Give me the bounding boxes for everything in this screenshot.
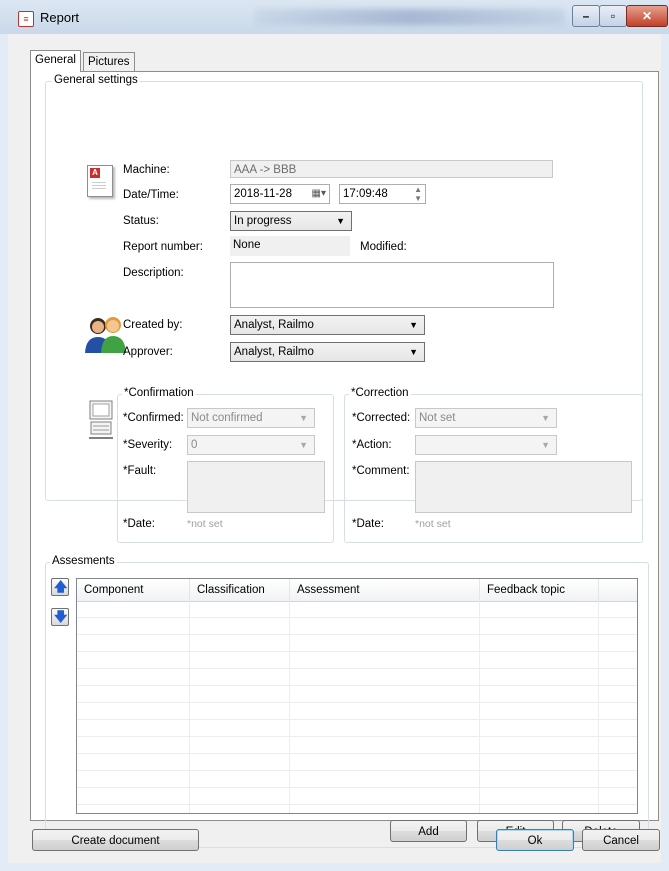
created-by-label: Created by: — [123, 319, 183, 331]
create-document-button[interactable]: Create document — [32, 829, 199, 851]
modified-label: Modified: — [360, 241, 407, 253]
chevron-down-icon: ▼ — [541, 413, 550, 423]
correction-date-value: *not set — [415, 518, 451, 530]
table-row[interactable] — [77, 754, 637, 771]
confirmation-title: *Confirmation — [122, 387, 196, 399]
comment-textarea[interactable] — [415, 461, 632, 513]
report-number-field: None — [230, 236, 350, 256]
table-row[interactable] — [77, 635, 637, 652]
workstation-icon — [89, 400, 113, 439]
action-select[interactable]: ▼ — [415, 435, 557, 455]
corrected-label: *Corrected: — [352, 412, 411, 424]
created-by-value: Analyst, Railmo — [234, 319, 314, 331]
arrow-up-icon: 🡅 — [54, 579, 68, 594]
datetime-label: Date/Time: — [123, 189, 179, 201]
chevron-down-icon: ▼ — [541, 440, 550, 450]
correction-title: *Correction — [349, 387, 411, 399]
severity-select[interactable]: 0 ▼ — [187, 435, 315, 455]
blurred-title-region — [255, 9, 565, 25]
cancel-button[interactable]: Cancel — [582, 829, 660, 851]
document-icon — [87, 165, 113, 197]
ok-button[interactable]: Ok — [496, 829, 574, 851]
column-header-component[interactable]: Component — [77, 579, 190, 601]
close-icon: ✕ — [641, 9, 653, 23]
table-row[interactable] — [77, 788, 637, 805]
corrected-select[interactable]: Not set ▼ — [415, 408, 557, 428]
severity-label: *Severity: — [123, 439, 173, 451]
chevron-down-icon: ▼ — [299, 440, 308, 450]
table-row[interactable] — [77, 703, 637, 720]
general-settings-title: General settings — [52, 74, 140, 86]
calendar-dropdown-icon[interactable]: ▦▾ — [312, 185, 326, 203]
description-label: Description: — [123, 267, 184, 279]
table-row[interactable] — [77, 686, 637, 703]
comment-label: *Comment: — [352, 465, 410, 477]
maximize-icon: ▫ — [610, 9, 616, 23]
report-number-label: Report number: — [123, 241, 203, 253]
confirmed-label: *Confirmed: — [123, 412, 184, 424]
time-spinner[interactable]: 17:09:48 ▲ ▼ — [339, 184, 426, 204]
general-tab-panel: General settings Machine: AAA -> BBB Dat… — [30, 71, 659, 848]
table-row[interactable] — [77, 669, 637, 686]
machine-label: Machine: — [123, 164, 170, 176]
minimize-button[interactable]: – — [572, 5, 600, 27]
maximize-button[interactable]: ▫ — [599, 5, 627, 27]
approver-value: Analyst, Railmo — [234, 346, 314, 358]
chevron-down-icon: ▼ — [336, 216, 345, 226]
tab-general[interactable]: General — [30, 50, 81, 72]
table-header: Component Classification Assessment Feed… — [77, 579, 637, 602]
approver-select[interactable]: Analyst, Railmo ▼ — [230, 342, 425, 362]
correction-date-label: *Date: — [352, 518, 384, 530]
column-header-classification[interactable]: Classification — [190, 579, 290, 601]
severity-value: 0 — [191, 439, 198, 451]
table-row[interactable] — [77, 720, 637, 737]
table-row[interactable] — [77, 618, 637, 635]
chevron-down-icon: ▼ — [409, 320, 418, 330]
assessments-title: Assesments — [50, 555, 117, 567]
table-row[interactable] — [77, 601, 637, 618]
confirmed-value: Not confirmed — [191, 412, 263, 424]
description-textarea[interactable] — [230, 262, 554, 308]
fault-label: *Fault: — [123, 465, 157, 477]
confirmed-select[interactable]: Not confirmed ▼ — [187, 408, 315, 428]
move-down-button[interactable]: 🡇 — [51, 608, 69, 626]
report-icon: ≡ — [18, 11, 34, 27]
chevron-down-icon: ▼ — [299, 413, 308, 423]
date-picker[interactable]: 2018-11-28 ▦▾ — [230, 184, 330, 204]
time-value: 17:09:48 — [343, 188, 388, 200]
created-by-select[interactable]: Analyst, Railmo ▼ — [230, 315, 425, 335]
status-select[interactable]: In progress ▼ — [230, 211, 352, 231]
table-row[interactable] — [77, 737, 637, 754]
corrected-value: Not set — [419, 412, 456, 424]
date-value: 2018-11-28 — [234, 188, 292, 200]
window-title: Report — [40, 10, 80, 25]
table-row[interactable] — [77, 771, 637, 788]
users-icon — [85, 317, 126, 353]
window-frame: ≡ Report – ▫ ✕ General Pictures General … — [0, 0, 669, 871]
tab-pictures-label: Pictures — [88, 56, 130, 68]
assessments-table[interactable]: Component Classification Assessment Feed… — [76, 578, 638, 814]
confirmation-date-value: *not set — [187, 518, 223, 530]
title-bar[interactable]: ≡ Report – ▫ ✕ — [0, 0, 669, 34]
add-button[interactable]: Add — [390, 820, 467, 842]
dialog-client: General Pictures General settings Machin… — [8, 34, 661, 863]
chevron-down-icon: ▼ — [409, 347, 418, 357]
minimize-icon: – — [582, 9, 590, 23]
action-label: *Action: — [352, 439, 392, 451]
status-value: In progress — [234, 215, 292, 227]
column-header-feedback-topic[interactable]: Feedback topic — [480, 579, 599, 601]
close-button[interactable]: ✕ — [626, 5, 668, 27]
confirmation-date-label: *Date: — [123, 518, 155, 530]
column-header-assessment[interactable]: Assessment — [290, 579, 480, 601]
tab-general-label: General — [35, 54, 76, 66]
machine-field: AAA -> BBB — [230, 160, 553, 178]
status-label: Status: — [123, 215, 159, 227]
tab-pictures[interactable]: Pictures — [83, 52, 135, 71]
fault-textarea[interactable] — [187, 461, 325, 513]
spinner-icon[interactable]: ▲ ▼ — [414, 185, 422, 203]
move-up-button[interactable]: 🡅 — [51, 578, 69, 596]
table-row[interactable] — [77, 652, 637, 669]
arrow-down-icon: 🡇 — [54, 609, 68, 624]
approver-label: Approver: — [123, 346, 173, 358]
